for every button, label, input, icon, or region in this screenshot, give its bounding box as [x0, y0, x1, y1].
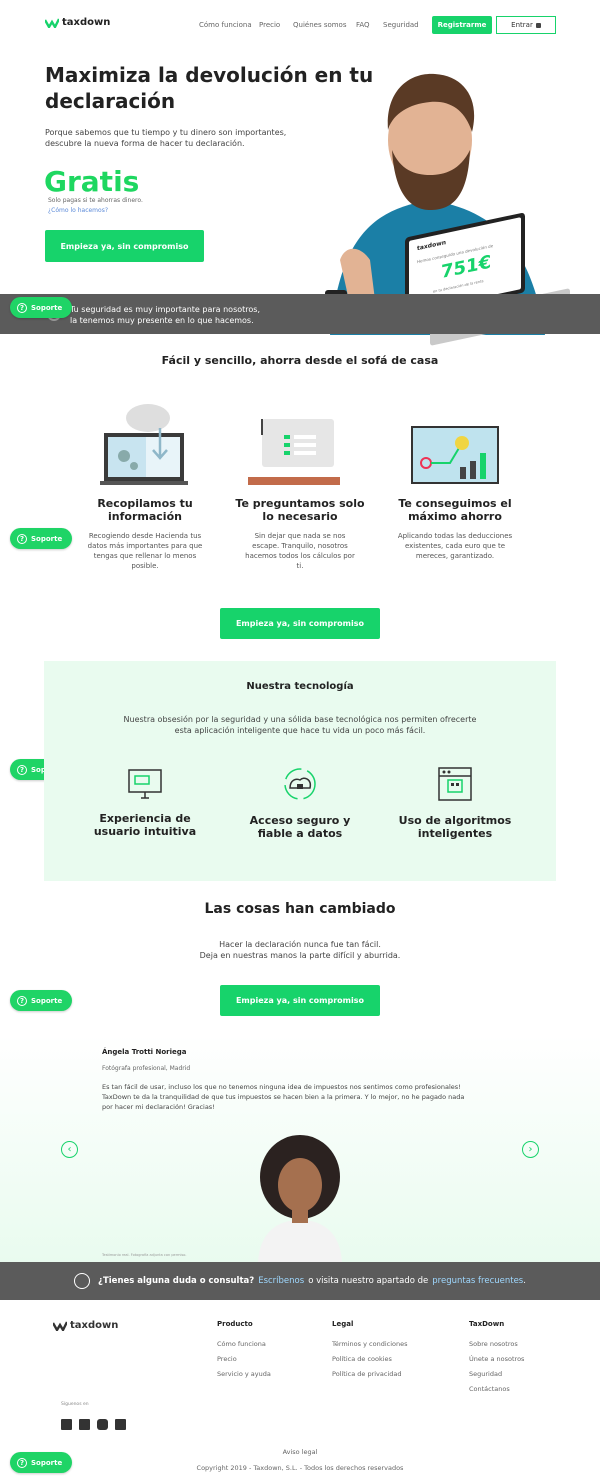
login-label: Entrar [511, 21, 533, 29]
gratis-label: Gratis [44, 165, 140, 198]
soporte-button[interactable]: ?Soporte [10, 297, 72, 318]
nav-como-funciona[interactable]: Cómo funciona [199, 21, 252, 29]
aviso-legal-link[interactable]: Aviso legal [0, 1448, 600, 1456]
tech-item-algoritmos: Uso de algoritmos inteligentes [398, 814, 512, 840]
social-label: Síguenos en [61, 1402, 89, 1407]
laptop-brand: taxdown [417, 239, 447, 253]
footer-link[interactable]: Política de cookies [332, 1355, 408, 1363]
changed-cta-button[interactable]: Empieza ya, sin compromiso [220, 985, 380, 1016]
footer-col-producto: Producto Cómo funciona Precio Servicio y… [217, 1320, 271, 1378]
security-text: Tu seguridad es muy importante para noso… [70, 305, 260, 325]
chat-icon [74, 1273, 91, 1289]
social-icons [61, 1419, 126, 1430]
testimonial-disclaimer: Testimonio real. Fotografía adjunta con … [102, 1253, 187, 1257]
feature-recopilamos: Recopilamos tu información Recogiendo des… [87, 497, 203, 570]
tech-title: Nuestra tecnología [246, 681, 354, 692]
nav-faq[interactable]: FAQ [356, 21, 370, 29]
footer-col-taxdown: TaxDown Sobre nosotros Únete a nosotros … [469, 1320, 525, 1393]
footer-link[interactable]: Contáctanos [469, 1385, 524, 1393]
taxdown-logo-icon [45, 17, 59, 28]
footer-col-legal: Legal Términos y condiciones Política de… [332, 1320, 408, 1378]
carousel-next-button[interactable]: › [522, 1141, 539, 1158]
carousel-prev-button[interactable]: ‹ [61, 1141, 78, 1158]
robot-icon [437, 766, 473, 806]
chevron-right-icon: › [528, 1144, 533, 1155]
logo-text: taxdown [62, 17, 111, 28]
twitter-icon[interactable] [61, 1419, 72, 1430]
lock-icon [535, 22, 541, 28]
question-icon: ? [17, 533, 27, 544]
question-icon: ? [17, 764, 27, 775]
monitor-icon [127, 766, 163, 806]
doubt-mid: o visita nuestro apartado de [308, 1276, 429, 1286]
login-button[interactable]: Entrar [496, 16, 556, 34]
changed-subtitle: Hacer la declaración nunca fue tan fácil… [199, 940, 401, 960]
register-button[interactable]: Registrarme [432, 16, 492, 34]
nav-precio[interactable]: Precio [259, 21, 280, 29]
testimonial-role: Fotógrafa profesional, Madrid [102, 1065, 191, 1072]
tech-subtitle: Nuestra obsesión por la seguridad y una … [123, 715, 477, 735]
footer-logo[interactable]: taxdown [53, 1320, 118, 1331]
footer-link[interactable]: Sobre nosotros [469, 1340, 524, 1348]
tech-item-ux: Experiencia de usuario intuitiva [93, 812, 197, 838]
chevron-left-icon: ‹ [67, 1144, 72, 1155]
illustration-form-screen [248, 415, 340, 487]
soporte-button[interactable]: ?Soporte [10, 990, 72, 1011]
faq-link[interactable]: preguntas frecuentes [432, 1276, 523, 1286]
footer-link[interactable]: Precio [217, 1355, 271, 1363]
question-icon: ? [17, 995, 27, 1006]
cloud-lock-icon [282, 766, 318, 806]
soporte-button[interactable]: ?Soporte [10, 528, 72, 549]
testimonial-name: Ángela Trotti Noriega [102, 1048, 187, 1056]
como-lo-hacemos-link[interactable]: ¿Cómo lo hacemos? [48, 207, 108, 214]
testimonial-photo [250, 1135, 350, 1262]
doubt-band: ¿Tienes alguna duda o consulta? Escríben… [0, 1262, 600, 1300]
hero-subtitle: Porque sabemos que tu tiempo y tu dinero… [45, 128, 287, 148]
copyright: Copyright 2019 - Taxdown, S.L. - Todos l… [196, 1464, 404, 1472]
question-icon: ? [17, 302, 27, 313]
feature-conseguimos: Te conseguimos el máximo ahorro Aplicando… [397, 497, 513, 560]
instagram-icon[interactable] [97, 1419, 108, 1430]
security-band: Tu seguridad es muy importante para noso… [0, 294, 600, 334]
easy-cta-button[interactable]: Empieza ya, sin compromiso [220, 608, 380, 639]
logo[interactable]: taxdown [45, 17, 110, 28]
nav-seguridad[interactable]: Seguridad [383, 21, 419, 29]
linkedin-icon[interactable] [115, 1419, 126, 1430]
footer-link[interactable]: Servicio y ayuda [217, 1370, 271, 1378]
footer-link[interactable]: Política de privacidad [332, 1370, 408, 1378]
solo-pagas-text: Solo pagas si te ahorras dinero. [48, 197, 143, 204]
illustration-laptop-download [100, 400, 190, 488]
footer-link[interactable]: Únete a nosotros [469, 1355, 524, 1363]
easy-title: Fácil y sencillo, ahorra desde el sofá d… [161, 354, 439, 367]
facebook-icon[interactable] [79, 1419, 90, 1430]
testimonial-quote: Es tan fácil de usar, incluso los que no… [102, 1083, 465, 1111]
header: taxdown Cómo funciona Precio Quiénes som… [0, 0, 600, 50]
hero-cta-button[interactable]: Empieza ya, sin compromiso [45, 230, 204, 262]
doubt-question: ¿Tienes alguna duda o consulta? [98, 1276, 255, 1286]
illustration-growth-chart [410, 425, 500, 487]
nav-quienes-somos[interactable]: Quiénes somos [293, 21, 347, 29]
footer-link[interactable]: Seguridad [469, 1370, 524, 1378]
footer-link[interactable]: Cómo funciona [217, 1340, 271, 1348]
changed-title: Las cosas han cambiado [204, 901, 396, 917]
taxdown-logo-icon [53, 1320, 67, 1331]
feature-preguntamos: Te preguntamos solo lo necesario Sin deja… [235, 497, 365, 570]
escribenos-link[interactable]: Escríbenos [258, 1276, 304, 1286]
tech-item-acceso: Acceso seguro y fiable a datos [249, 814, 351, 840]
footer-link[interactable]: Términos y condiciones [332, 1340, 408, 1348]
